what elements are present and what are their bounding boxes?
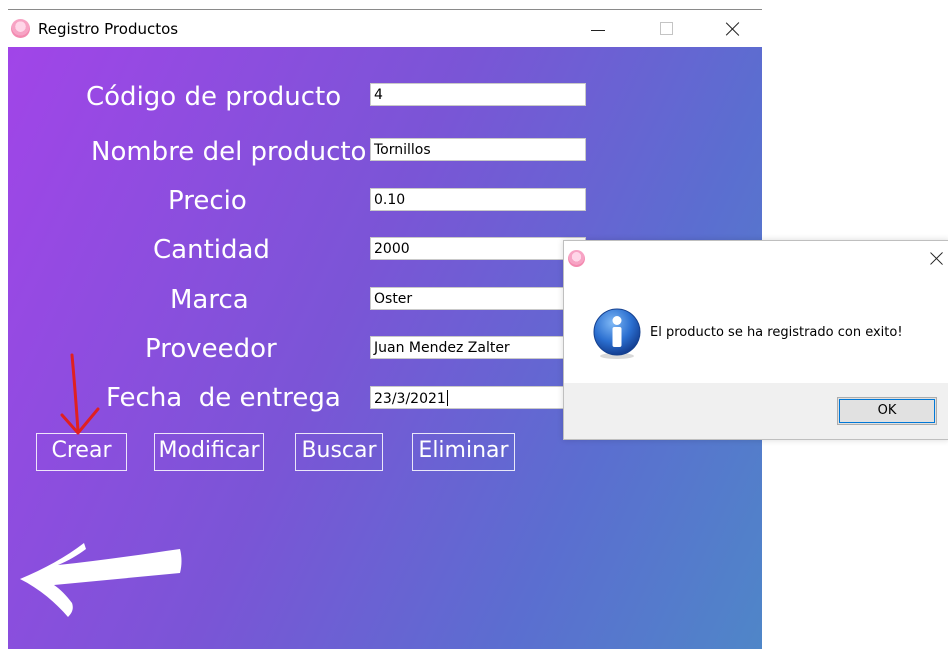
dialog-footer: OK [564,383,948,439]
back-arrow-icon[interactable] [16,535,184,621]
minimize-button[interactable] [574,14,620,42]
dialog-message: El producto se ha registrado con exito! [650,325,903,340]
precio-input[interactable]: 0.10 [370,188,586,211]
eliminar-button[interactable]: Eliminar [412,433,515,471]
window-title: Registro Productos [38,20,179,38]
donut-icon [568,250,585,267]
maximize-button[interactable] [644,14,690,42]
codigo-input[interactable]: 4 [370,83,586,106]
info-icon [593,308,641,359]
cantidad-input[interactable]: 2000 [370,237,586,260]
nombre-input[interactable]: Tornillos [370,138,586,161]
title-bar[interactable]: Registro Productos [8,10,762,46]
modificar-button[interactable]: Modificar [154,433,264,471]
red-arrow-annotation [60,353,100,435]
label-nombre: Nombre del producto [91,137,367,167]
close-button[interactable] [710,14,756,42]
message-dialog: El producto se ha registrado con exito! … [563,240,948,440]
label-cantidad: Cantidad [153,235,270,265]
proveedor-input[interactable]: Juan Mendez Zalter [370,336,586,359]
label-marca: Marca [170,285,249,315]
donut-icon [11,19,30,38]
label-precio: Precio [168,186,247,216]
marca-input[interactable]: Oster [370,287,586,310]
ok-button[interactable]: OK [837,397,937,425]
text-caret [446,390,449,406]
label-fecha: Fecha de entrega [106,383,341,413]
label-proveedor: Proveedor [145,334,277,364]
buscar-button[interactable]: Buscar [295,433,383,471]
dialog-close-button[interactable] [928,250,946,268]
fecha-input[interactable]: 23/3/2021 [370,386,586,409]
fecha-value: 23/3/2021 [374,391,446,407]
label-codigo: Código de producto [86,82,342,112]
